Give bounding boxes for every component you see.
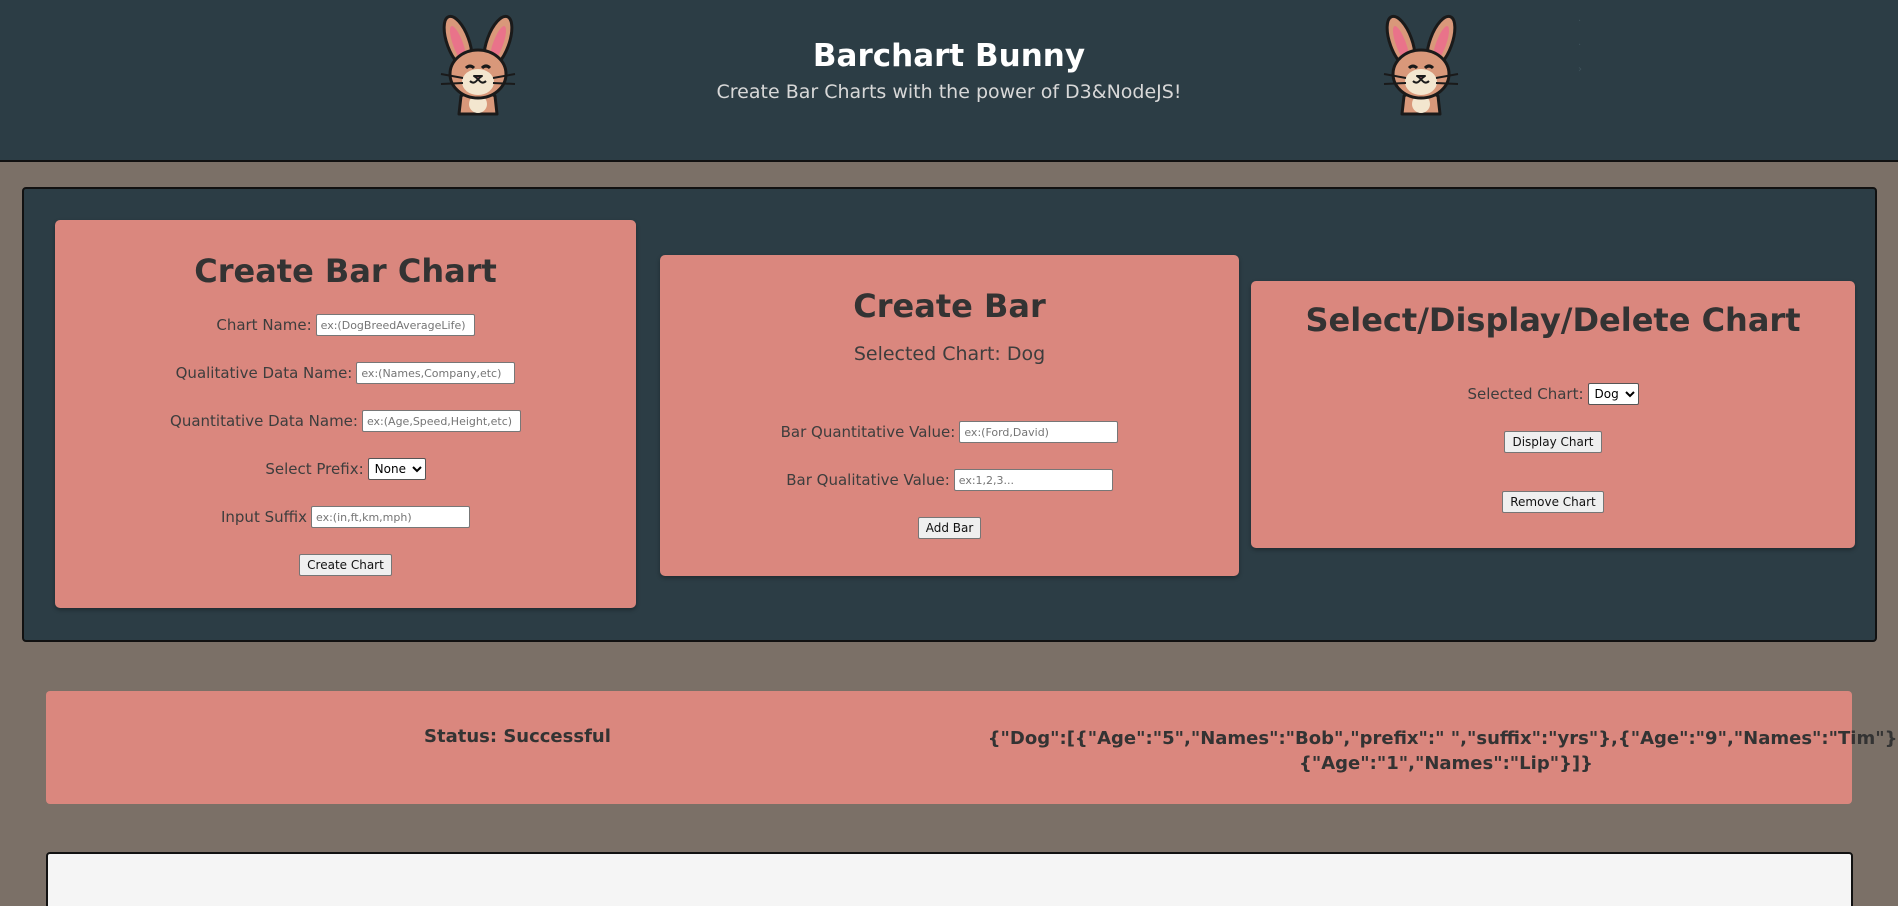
select-chart-heading: Select/Display/Delete Chart — [1305, 301, 1801, 339]
selected-chart-label: Selected Chart: — [1467, 385, 1584, 403]
selected-chart-text: Selected Chart: Dog — [853, 343, 1046, 365]
suffix-row: Input Suffix — [55, 502, 636, 532]
create-chart-heading: Create Bar Chart — [194, 252, 497, 290]
site-header: Barchart Bunny Create Bar Charts with th… — [0, 0, 1898, 162]
prefix-row: Select Prefix: None — [55, 454, 636, 484]
create-chart-button[interactable]: Create Chart — [299, 554, 392, 576]
bar-qualitative-input[interactable] — [953, 469, 1113, 491]
bar-quantitative-row: Bar Quantitative Value: — [660, 417, 1239, 447]
quantitative-name-row: Quantitative Data Name: — [55, 406, 636, 436]
display-chart-button[interactable]: Display Chart — [1504, 431, 1602, 453]
create-chart-button-row: Create Chart — [55, 550, 636, 580]
status-bar: Status: Successful {"Dog":[{"Age":"5","N… — [46, 691, 1898, 804]
header-decoration: · · › — [1578, 16, 1582, 75]
remove-chart-button[interactable]: Remove Chart — [1502, 491, 1604, 513]
add-bar-button-row: Add Bar — [660, 513, 1239, 543]
chart-select[interactable]: Dog — [1587, 383, 1639, 405]
select-chart-card: Select/Display/Delete Chart Selected Cha… — [1251, 281, 1855, 548]
remove-chart-button-row: Remove Chart — [1251, 487, 1855, 517]
status-json-line-1: {"Dog":[{"Age":"5","Names":"Bob","prefix… — [987, 728, 1898, 749]
quantitative-name-label: Quantitative Data Name: — [170, 412, 358, 430]
bar-quantitative-input[interactable] — [959, 421, 1119, 443]
prefix-select[interactable]: None — [367, 458, 426, 480]
suffix-input[interactable] — [311, 506, 470, 528]
status-json-line-2: {"Age":"1","Names":"Lip"}]} — [1299, 753, 1593, 774]
chart-name-label: Chart Name: — [216, 316, 312, 334]
create-bar-card: Create Bar Selected Chart: Dog Bar Quant… — [660, 255, 1239, 576]
bar-quantitative-label: Bar Quantitative Value: — [780, 423, 956, 441]
chart-name-row: Chart Name: — [55, 310, 636, 340]
selected-chart-row: Selected Chart: Dog — [1251, 379, 1855, 409]
qualitative-name-label: Qualitative Data Name: — [175, 364, 353, 382]
qualitative-name-input[interactable] — [356, 362, 516, 384]
prefix-label: Select Prefix: — [265, 460, 364, 478]
suffix-label: Input Suffix — [220, 508, 307, 526]
chart-display-area — [46, 852, 1853, 906]
status-json: {"Dog":[{"Age":"5","Names":"Bob","prefix… — [946, 726, 1898, 776]
bar-qualitative-row: Bar Qualitative Value: — [660, 465, 1239, 495]
display-chart-button-row: Display Chart — [1251, 427, 1855, 457]
chart-name-input[interactable] — [315, 314, 475, 336]
page-title: Barchart Bunny — [812, 38, 1086, 74]
qualitative-name-row: Qualitative Data Name: — [55, 358, 636, 388]
page-subtitle: Create Bar Charts with the power of D3&N… — [716, 81, 1182, 103]
quantitative-name-input[interactable] — [361, 410, 521, 432]
bar-qualitative-label: Bar Qualitative Value: — [786, 471, 950, 489]
bunny-icon — [1383, 14, 1459, 116]
create-chart-card: Create Bar Chart Chart Name: Qualitative… — [55, 220, 636, 608]
add-bar-button[interactable]: Add Bar — [917, 517, 982, 539]
status-label: Status: Successful — [424, 726, 611, 747]
create-bar-heading: Create Bar — [853, 287, 1046, 325]
